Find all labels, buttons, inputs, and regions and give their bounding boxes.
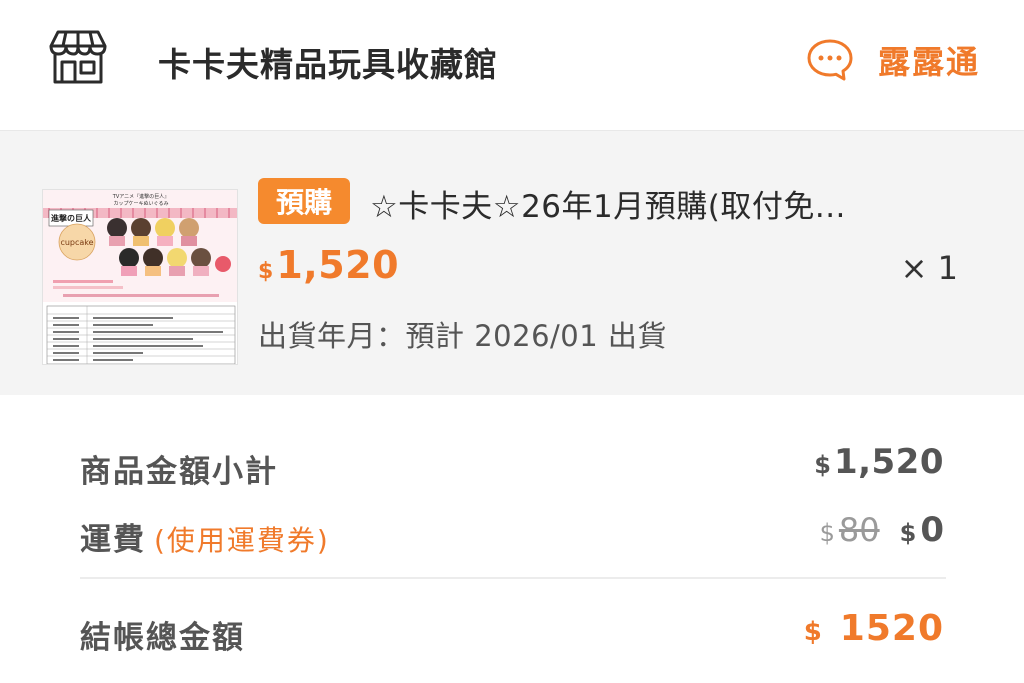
summary-divider	[80, 577, 946, 579]
total-value: $1520	[804, 608, 944, 649]
total-label: 結帳總金額	[80, 620, 245, 656]
preorder-badge: 預購	[258, 178, 350, 224]
thumb-cupcake-label: cupcake	[60, 238, 93, 247]
shipping-amount: 0	[920, 510, 944, 550]
shipping-currency: $	[899, 519, 917, 547]
store-icon[interactable]	[48, 28, 108, 86]
subtotal-currency: $	[814, 451, 831, 479]
cart-item[interactable]: TVアニメ『進撃の巨人』 カップケーキぬいぐるみ 進撃の巨人 cupcake 預…	[0, 130, 1024, 395]
original-shipping-fee: $80	[820, 511, 880, 549]
product-title[interactable]: ☆卡卡夫☆26年1月預購(取付免...	[370, 181, 930, 226]
chat-label: 露露通	[878, 43, 981, 81]
total-amount: 1520	[839, 608, 944, 649]
subtotal-value: $1,520	[814, 442, 944, 482]
thumb-logo-text: 進撃の巨人	[51, 213, 92, 223]
subtotal-label: 商品金額小計	[80, 454, 278, 490]
thumb-sub-text: カップケーキぬいぐるみ	[114, 200, 169, 207]
shipping-date: 出貨年月：預計 2026/01 出貨	[258, 319, 667, 353]
product-quantity: × 1	[900, 249, 958, 287]
order-summary: 商品金額小計 $1,520 運費 (使用運費券) $80 $0 結帳總金額 $15…	[0, 396, 1024, 683]
shipping-fee-value: $80 $0	[820, 510, 944, 550]
original-shipping-currency: $	[819, 519, 835, 547]
total-currency: $	[803, 617, 822, 647]
chat-button[interactable]: 露露通	[806, 36, 980, 84]
original-shipping-amount: 80	[838, 511, 880, 549]
store-header: 卡卡夫精品玩具收藏館 露露通	[0, 0, 1024, 128]
chat-bubble-icon	[807, 39, 853, 81]
discounted-shipping-fee: $0	[900, 510, 944, 550]
thumb-header-text: TVアニメ『進撃の巨人』	[112, 193, 169, 200]
shipping-fee-title: 運費	[80, 522, 146, 558]
product-price-currency: $	[258, 259, 274, 284]
shipping-coupon-link[interactable]: (使用運費券)	[154, 524, 330, 557]
product-price: $1,520	[258, 243, 399, 287]
subtotal-amount: 1,520	[833, 442, 944, 482]
product-thumbnail[interactable]: TVアニメ『進撃の巨人』 カップケーキぬいぐるみ 進撃の巨人 cupcake	[42, 189, 238, 365]
product-image: TVアニメ『進撃の巨人』 カップケーキぬいぐるみ 進撃の巨人 cupcake	[43, 190, 237, 364]
product-price-amount: 1,520	[276, 243, 400, 287]
store-name[interactable]: 卡卡夫精品玩具收藏館	[158, 38, 498, 86]
shipping-fee-label: 運費 (使用運費券)	[80, 514, 330, 559]
